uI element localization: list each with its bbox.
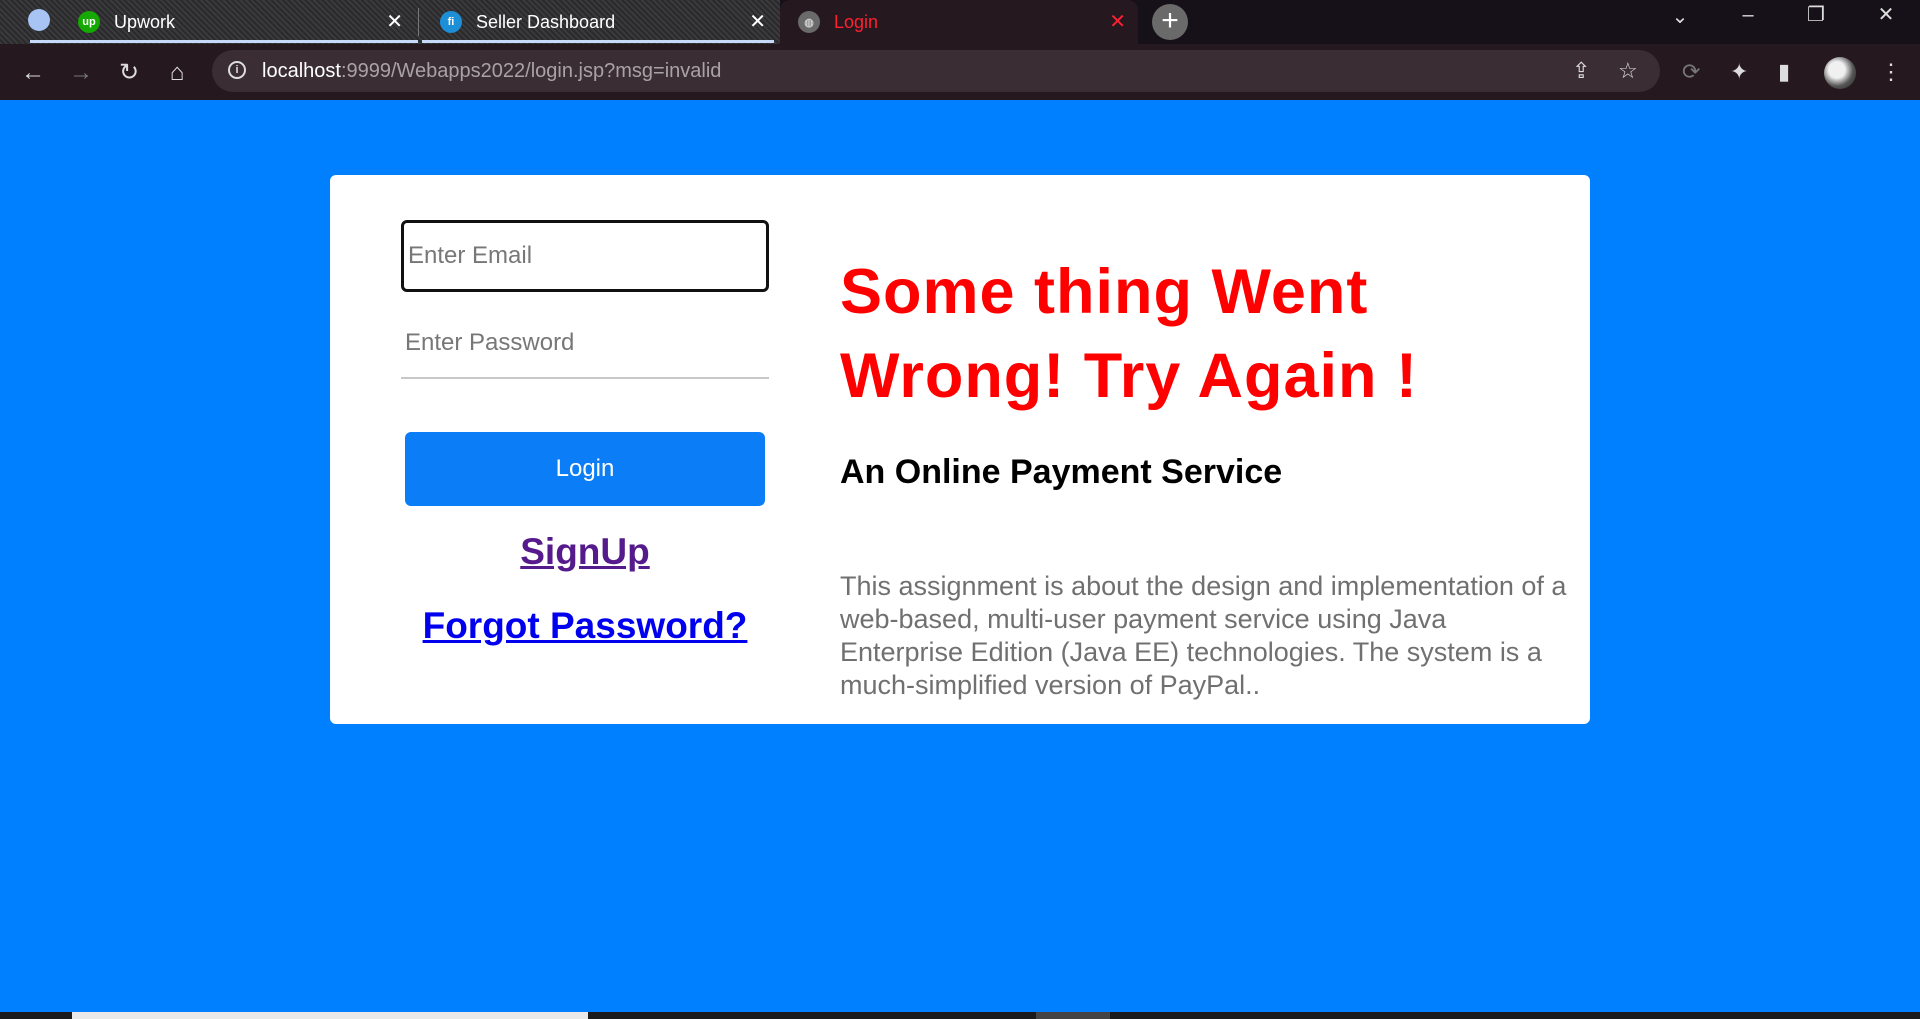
minimize-icon[interactable]: – bbox=[1728, 0, 1768, 30]
login-card: Login SignUp Forgot Password? Some thing… bbox=[330, 175, 1590, 724]
service-description: This assignment is about the design and … bbox=[840, 571, 1567, 700]
profile-avatar[interactable] bbox=[1824, 57, 1856, 89]
back-icon[interactable]: ← bbox=[16, 56, 50, 90]
share-icon[interactable]: ⇪ bbox=[1572, 58, 1590, 84]
close-icon[interactable]: ✕ bbox=[1109, 10, 1126, 34]
signup-link[interactable]: SignUp bbox=[401, 531, 769, 573]
tab-search-icon[interactable] bbox=[28, 9, 50, 31]
address-url[interactable]: localhost:9999/Webapps2022/login.jsp?msg… bbox=[262, 60, 721, 83]
tab-title: Upwork bbox=[114, 11, 176, 32]
bookmark-star-icon[interactable]: ☆ bbox=[1618, 58, 1638, 84]
menu-icon[interactable]: ⋮ bbox=[1880, 57, 1902, 87]
home-icon[interactable]: ⌂ bbox=[160, 56, 194, 90]
window-close-icon[interactable]: ✕ bbox=[1866, 0, 1906, 30]
taskbar bbox=[0, 1012, 1920, 1019]
forward-icon[interactable]: → bbox=[64, 56, 98, 90]
browser-toolbar: ← → ↻ ⌂ i localhost:9999/Webapps2022/log… bbox=[0, 44, 1920, 100]
taskbar-item[interactable] bbox=[1036, 1012, 1110, 1019]
service-subtitle: An Online Payment Service bbox=[840, 453, 1283, 491]
url-host: localhost bbox=[262, 60, 341, 82]
tab-strip: up Upwork ✕ fi Seller Dashboard ✕ ◍ Logi… bbox=[0, 0, 1920, 44]
tab-group-underline bbox=[422, 40, 774, 43]
extensions-icon[interactable]: ✦ bbox=[1730, 57, 1748, 87]
globe-icon: ◍ bbox=[798, 11, 820, 33]
tab-group-underline bbox=[30, 40, 418, 43]
login-button[interactable]: Login bbox=[405, 432, 765, 506]
taskbar-active-item[interactable] bbox=[72, 1012, 588, 1019]
url-path: :9999/Webapps2022/login.jsp?msg=invalid bbox=[340, 60, 722, 82]
upwork-icon: up bbox=[78, 11, 100, 33]
restore-icon[interactable]: ❐ bbox=[1796, 0, 1836, 30]
tab-title: Seller Dashboard bbox=[476, 11, 616, 32]
error-message: Some thing Went Wrong! Try Again ! bbox=[840, 257, 1418, 411]
close-icon[interactable]: ✕ bbox=[749, 10, 766, 34]
tab-login[interactable]: ◍ Login ✕ bbox=[780, 0, 1138, 44]
tab-list-icon[interactable]: ⌄ bbox=[1660, 2, 1700, 32]
close-icon[interactable]: ✕ bbox=[386, 10, 403, 34]
site-info-icon[interactable]: i bbox=[228, 61, 246, 79]
sync-icon[interactable]: ⟳ bbox=[1682, 57, 1700, 87]
password-field[interactable] bbox=[401, 309, 769, 379]
seller-icon: fi bbox=[440, 11, 462, 33]
tab-upwork[interactable]: up Upwork ✕ bbox=[60, 0, 415, 44]
tab-separator bbox=[418, 8, 419, 36]
address-bar[interactable]: i localhost:9999/Webapps2022/login.jsp?m… bbox=[212, 50, 1660, 92]
tab-title: Login bbox=[834, 11, 879, 32]
tab-seller-dashboard[interactable]: fi Seller Dashboard ✕ bbox=[420, 0, 778, 44]
email-field[interactable] bbox=[401, 220, 769, 292]
forgot-password-link[interactable]: Forgot Password? bbox=[401, 605, 769, 647]
reload-icon[interactable]: ↻ bbox=[112, 56, 146, 90]
side-panel-icon[interactable]: ▮ bbox=[1778, 57, 1790, 87]
new-tab-button[interactable]: + bbox=[1152, 4, 1188, 40]
